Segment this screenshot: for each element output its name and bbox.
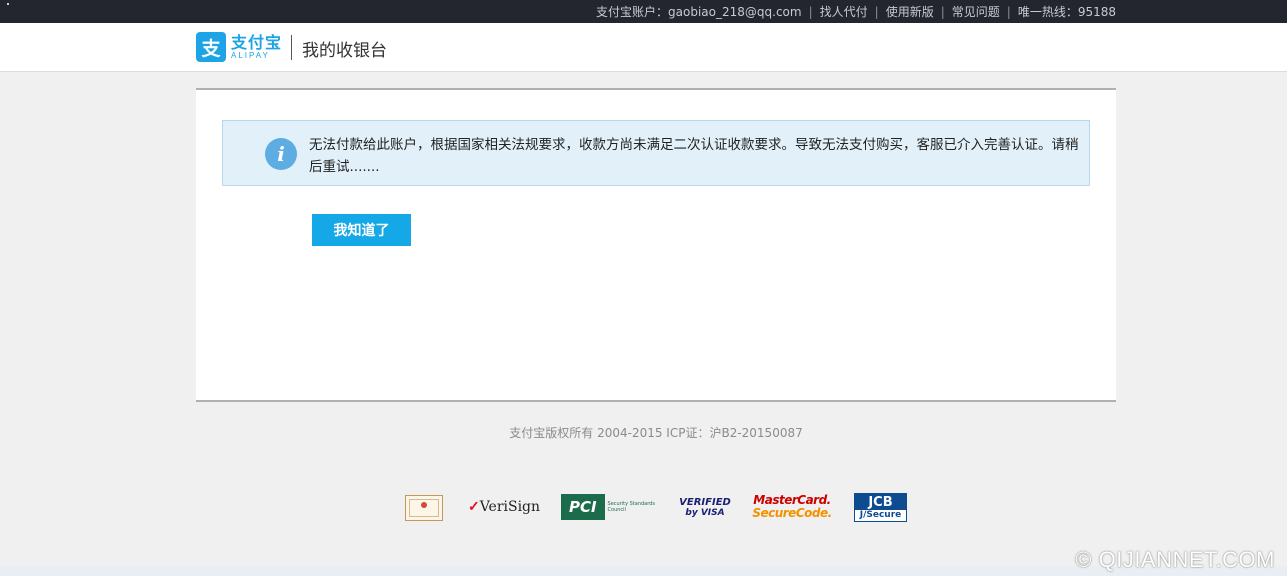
info-icon: i — [265, 138, 297, 170]
topbar-links: 支付宝账户：gaobiao_218@qq.com | 找人代付 | 使用新版 |… — [596, 0, 1116, 23]
hotline: 唯一热线：95188 — [1017, 5, 1116, 19]
notice-message: 无法付款给此账户，根据国家相关法规要求，收款方尚未满足二次认证收款要求。导致无法… — [309, 137, 1079, 175]
pci-subtext: Security Standards Council — [607, 501, 655, 513]
topbar-dot — [7, 3, 9, 5]
separator: | — [808, 4, 813, 19]
header: 支 支付宝 ALIPAY 我的收银台 — [0, 23, 1287, 72]
watermark: © QIJIANNET.COM — [1075, 547, 1275, 572]
link-faq[interactable]: 常见问题 — [952, 3, 1000, 20]
visa-line-1: VERIFIED — [679, 496, 731, 508]
verisign-text: VeriSign — [479, 499, 541, 515]
logo-en: ALIPAY — [231, 50, 270, 60]
certification-logos: ✓ VeriSign PCI Security Standards Council… — [0, 488, 1287, 528]
separator: | — [940, 4, 945, 19]
visa-line-2: by VISA — [685, 507, 725, 518]
jcb-jsecure-logo[interactable]: JCB J/Secure — [854, 493, 907, 522]
confirm-button[interactable]: 我知道了 — [312, 214, 411, 246]
pci-mark: PCI — [561, 494, 605, 520]
separator: | — [874, 4, 879, 19]
alipay-logo[interactable]: 支 支付宝 ALIPAY — [196, 32, 282, 62]
main-card: i 无法付款给此账户，根据国家相关法规要求，收款方尚未满足二次认证收款要求。导致… — [196, 88, 1116, 402]
verisign-logo[interactable]: ✓ VeriSign — [468, 488, 540, 526]
page-title: 我的收银台 — [302, 41, 387, 61]
logo-divider — [291, 35, 292, 60]
seal-inner — [409, 499, 439, 517]
notice-box: i 无法付款给此账户，根据国家相关法规要求，收款方尚未满足二次认证收款要求。导致… — [222, 120, 1090, 186]
pci-logo[interactable]: PCI Security Standards Council — [561, 488, 655, 526]
mastercard-securecode-logo[interactable]: MasterCard. SecureCode. — [752, 488, 832, 526]
copyright: 支付宝版权所有 2004-2015 ICP证：沪B2-20150087 — [509, 426, 803, 440]
link-pay-for-me[interactable]: 找人代付 — [820, 3, 868, 20]
alipay-logo-icon: 支 — [196, 32, 226, 62]
top-bar: 支付宝账户：gaobiao_218@qq.com | 找人代付 | 使用新版 |… — [0, 0, 1287, 23]
jcb-mark: JCB — [855, 494, 906, 510]
verified-by-visa-logo[interactable]: VERIFIED by VISA — [679, 488, 731, 526]
mastercard-line-2: SecureCode. — [752, 506, 832, 520]
logo-cn: 支付宝 — [231, 32, 283, 52]
separator: | — [1006, 4, 1011, 19]
account-label: 支付宝账户：gaobiao_218@qq.com — [596, 5, 802, 19]
logo-text: 支付宝 ALIPAY — [231, 34, 282, 61]
seal-certificate-icon[interactable] — [405, 495, 443, 521]
link-new-version[interactable]: 使用新版 — [886, 3, 934, 20]
jcb-subtext: J/Secure — [859, 510, 902, 520]
verisign-check-icon: ✓ — [467, 499, 480, 515]
